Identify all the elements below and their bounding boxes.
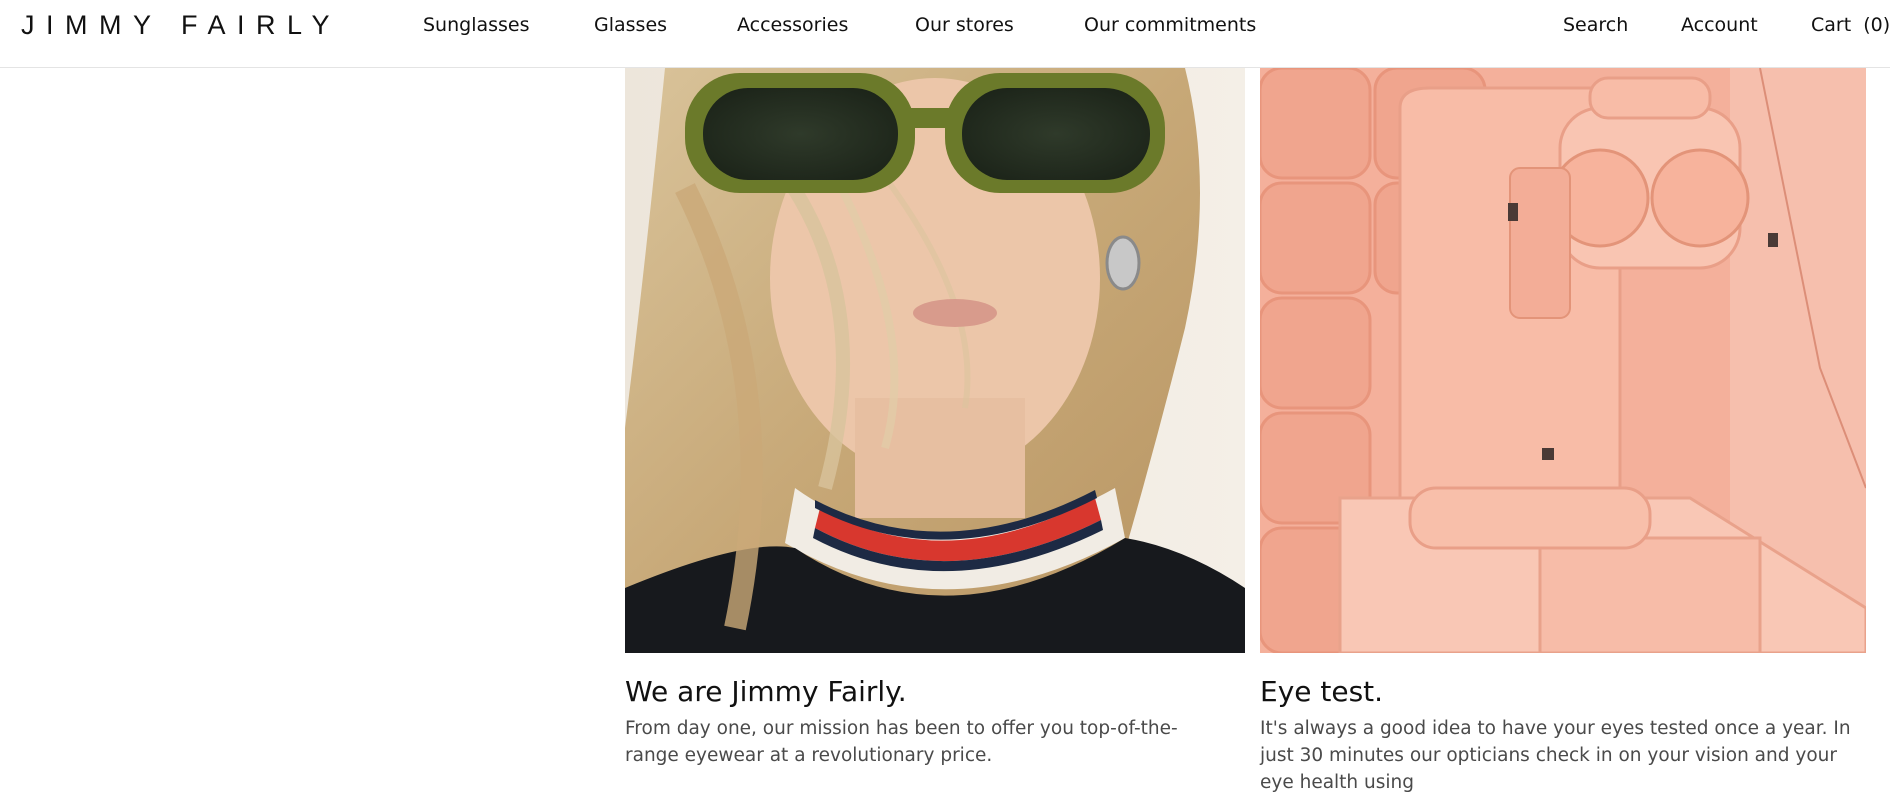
nav-accessories[interactable]: Accessories	[737, 14, 848, 36]
card-image-eye-test[interactable]	[1260, 68, 1866, 653]
model-with-sunglasses-image	[625, 68, 1245, 653]
cart-count: (0)	[1863, 14, 1890, 36]
search-button[interactable]: Search	[1563, 14, 1628, 36]
site-header: JIMMY FAIRLY Sunglasses Glasses Accessor…	[0, 0, 1890, 68]
eye-test-machine-image	[1260, 68, 1866, 653]
account-button[interactable]: Account	[1681, 14, 1758, 36]
card-title-about[interactable]: We are Jimmy Fairly.	[625, 675, 907, 708]
cart-button[interactable]: Cart (0)	[1811, 14, 1890, 36]
brand-logo[interactable]: JIMMY FAIRLY	[21, 10, 341, 41]
card-text-about: From day one, our mission has been to of…	[625, 718, 1178, 766]
nav-sunglasses[interactable]: Sunglasses	[423, 14, 530, 36]
nav-our-commitments[interactable]: Our commitments	[1084, 14, 1256, 36]
nav-glasses[interactable]: Glasses	[594, 14, 667, 36]
card-image-model[interactable]	[625, 68, 1245, 653]
cart-label: Cart	[1811, 14, 1852, 36]
card-title-eye-test[interactable]: Eye test.	[1260, 675, 1383, 708]
nav-our-stores[interactable]: Our stores	[915, 14, 1014, 36]
card-text-eye-test: It's always a good idea to have your eye…	[1260, 718, 1851, 793]
